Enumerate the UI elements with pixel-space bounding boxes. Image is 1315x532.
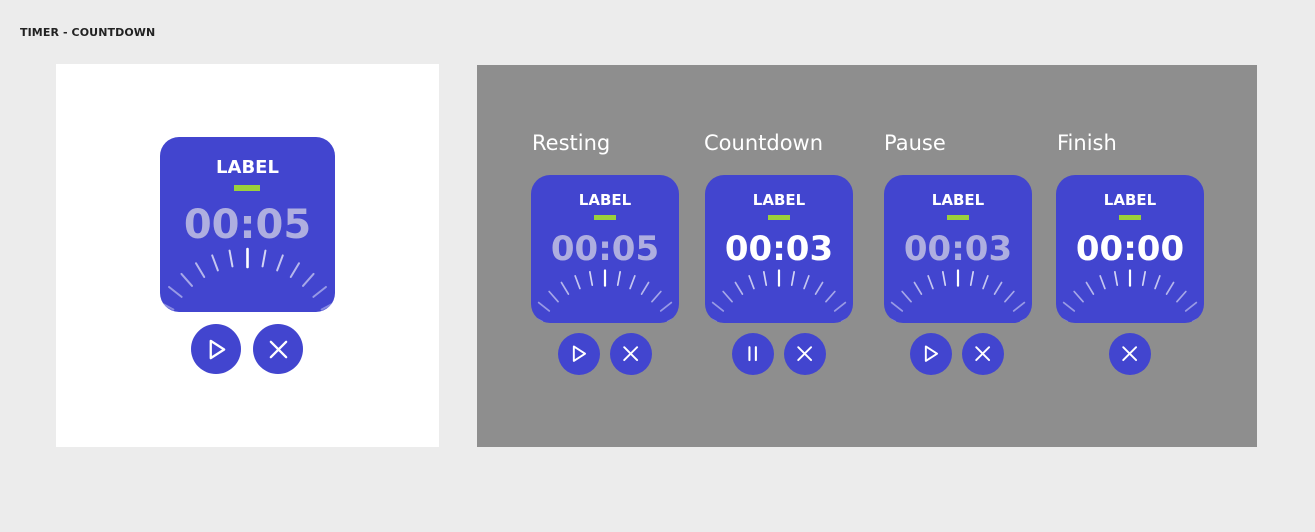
pause-icon [748, 346, 758, 362]
close-icon [797, 346, 813, 362]
progress-ticks-icon [1056, 269, 1204, 323]
tick-mark [1154, 275, 1161, 290]
tick-mark [640, 281, 650, 295]
tick-mark [840, 314, 853, 323]
tick-mark [1113, 270, 1119, 286]
tick-mark [1085, 281, 1095, 295]
tick-mark [1141, 270, 1147, 286]
tick-mark [790, 270, 796, 286]
timer-card-countdown: LABEL 00:03 [705, 175, 853, 323]
tick-mark [560, 281, 570, 295]
progress-ticks-icon [531, 269, 679, 323]
tick-mark [629, 275, 636, 290]
tick-mark [1099, 275, 1106, 290]
tick-mark [228, 249, 234, 268]
state-title-resting: Resting [532, 131, 611, 155]
tick-mark [588, 270, 594, 286]
tick-mark [833, 301, 847, 312]
tick-mark [276, 254, 284, 272]
tick-mark [1184, 301, 1198, 312]
tick-mark [1004, 290, 1015, 303]
tick-mark [711, 301, 725, 312]
tick-mark [1191, 314, 1204, 323]
tick-mark [969, 270, 975, 286]
play-button[interactable] [910, 333, 952, 375]
tick-mark [548, 290, 559, 303]
tick-mark [574, 275, 581, 290]
tick-mark [982, 275, 989, 290]
tick-mark [289, 262, 301, 278]
tick-mark [1056, 314, 1069, 323]
tick-mark [748, 275, 755, 290]
tick-mark [803, 275, 810, 290]
close-icon [975, 346, 991, 362]
timer-card-resting: LABEL 00:05 [531, 175, 679, 323]
close-button[interactable] [784, 333, 826, 375]
tick-mark [814, 281, 824, 295]
tick-mark [901, 290, 912, 303]
tick-mark [722, 290, 733, 303]
tick-mark [160, 301, 175, 311]
play-icon [209, 339, 225, 359]
state-title-countdown: Countdown [704, 131, 824, 155]
tick-mark [884, 314, 897, 323]
progress-ticks-icon [160, 247, 335, 311]
tick-mark [762, 270, 768, 286]
tick-mark [993, 281, 1003, 295]
tick-mark [261, 249, 267, 268]
play-button[interactable] [558, 333, 600, 375]
progress-ticks-icon [884, 269, 1032, 323]
tick-mark [616, 270, 622, 286]
close-icon [1122, 346, 1138, 362]
tick-mark [825, 290, 836, 303]
tick-mark [734, 281, 744, 295]
tick-mark [168, 285, 183, 298]
tick-mark [1062, 301, 1076, 312]
close-button[interactable] [610, 333, 652, 375]
timer-card-pause: LABEL 00:03 [884, 175, 1032, 323]
tick-mark [312, 285, 327, 298]
close-button[interactable] [962, 333, 1004, 375]
tick-mark [927, 275, 934, 290]
tick-mark [194, 262, 206, 278]
close-icon [269, 340, 287, 358]
tick-mark [705, 314, 718, 323]
tick-mark [1012, 301, 1026, 312]
tick-mark [537, 301, 551, 312]
tick-mark [301, 272, 315, 287]
tick-mark [666, 314, 679, 323]
state-title-pause: Pause [884, 131, 946, 155]
tick-mark [1073, 290, 1084, 303]
tick-mark [180, 272, 194, 287]
tick-mark [320, 301, 335, 311]
state-title-finish: Finish [1057, 131, 1117, 155]
play-icon [573, 345, 587, 363]
tick-mark [941, 270, 947, 286]
tick-mark [1176, 290, 1187, 303]
page-title: TIMER - COUNTDOWN [20, 26, 156, 39]
tick-mark [890, 301, 904, 312]
tick-mark [651, 290, 662, 303]
timer-card-preview: LABEL 00:05 [160, 137, 335, 312]
tick-mark [659, 301, 673, 312]
tick-mark [531, 314, 544, 323]
play-button[interactable] [191, 324, 241, 374]
tick-mark [1019, 314, 1032, 323]
play-icon [925, 345, 939, 363]
tick-mark [913, 281, 923, 295]
close-icon [623, 346, 639, 362]
close-button[interactable] [253, 324, 303, 374]
pause-button[interactable] [732, 333, 774, 375]
tick-mark [211, 254, 219, 272]
close-button[interactable] [1109, 333, 1151, 375]
tick-mark [1165, 281, 1175, 295]
progress-ticks-icon [705, 269, 853, 323]
timer-card-finish: LABEL 00:00 [1056, 175, 1204, 323]
